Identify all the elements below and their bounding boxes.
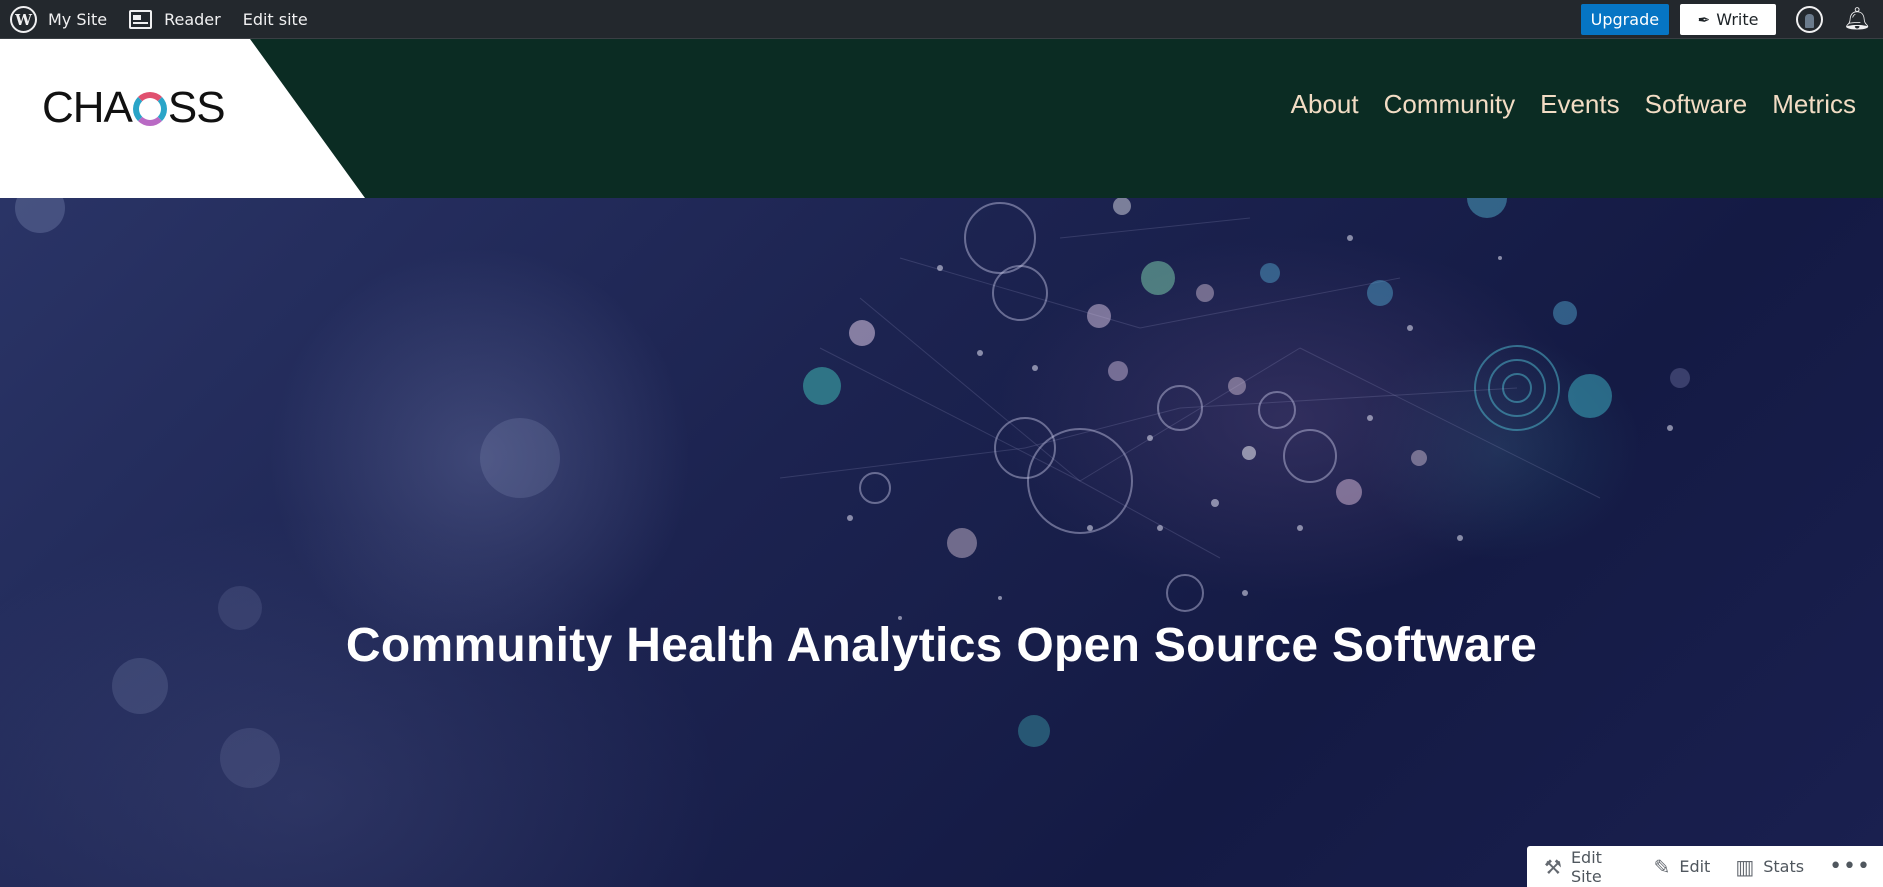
nav-item-metrics[interactable]: Metrics [1772,89,1856,120]
site-logo[interactable]: CHA SS [42,83,226,133]
nav-item-software[interactable]: Software [1645,89,1748,120]
wordpress-logo-icon: W [10,6,37,33]
edit-toolbar-label: Edit [1679,857,1711,876]
main-nav: About Community Events Software Metrics [1291,89,1856,120]
nav-item-about[interactable]: About [1291,89,1359,120]
logo-text-start: CHA [42,83,133,132]
reader-icon [129,10,153,29]
hero-banner: Community Health Analytics Open Source S… [0,198,1883,887]
network-graphic [15,198,1690,788]
pen-icon: ✒ [1697,10,1711,29]
logo-area: CHA SS [0,39,365,198]
upgrade-button[interactable]: Upgrade [1580,4,1670,35]
floating-toolbar: ⚒ Edit Site ✎ Edit ▥ Stats ••• [1527,846,1883,887]
edit-site-link[interactable]: Edit site [243,0,330,39]
stats-toolbar-label: Stats [1763,857,1805,876]
hero-title: Community Health Analytics Open Source S… [345,619,1538,672]
edit-site-toolbar-label: Edit Site [1570,847,1602,886]
nav-item-community[interactable]: Community [1384,89,1515,120]
edit-button[interactable]: ✎ Edit [1654,855,1711,879]
pencil-icon: ✎ [1653,854,1671,879]
more-icon[interactable]: ••• [1829,854,1871,879]
reader-link[interactable]: Reader [129,0,243,39]
logo-ring-icon [132,92,167,126]
write-button[interactable]: ✒ Write [1680,4,1777,35]
edit-site-button[interactable]: ⚒ Edit Site [1544,848,1629,886]
write-label: Write [1716,10,1759,29]
logo-text-end: SS [167,83,226,132]
edit-site-label: Edit site [242,10,308,29]
stats-icon: ▥ [1735,854,1755,879]
admin-bar: W My Site Reader Edit site Upgrade ✒ Wri… [0,0,1883,39]
stats-button[interactable]: ▥ Stats [1735,855,1804,879]
reader-label: Reader [164,10,221,29]
site-header: CHA SS About Community Events Software M… [0,39,1883,198]
tools-icon: ⚒ [1544,854,1562,879]
nav-item-events[interactable]: Events [1540,89,1620,120]
bell-icon[interactable]: 🔔︎ [1843,7,1871,32]
my-site-link[interactable]: W My Site [10,0,129,39]
avatar-icon[interactable] [1796,6,1824,33]
my-site-label: My Site [48,10,108,29]
